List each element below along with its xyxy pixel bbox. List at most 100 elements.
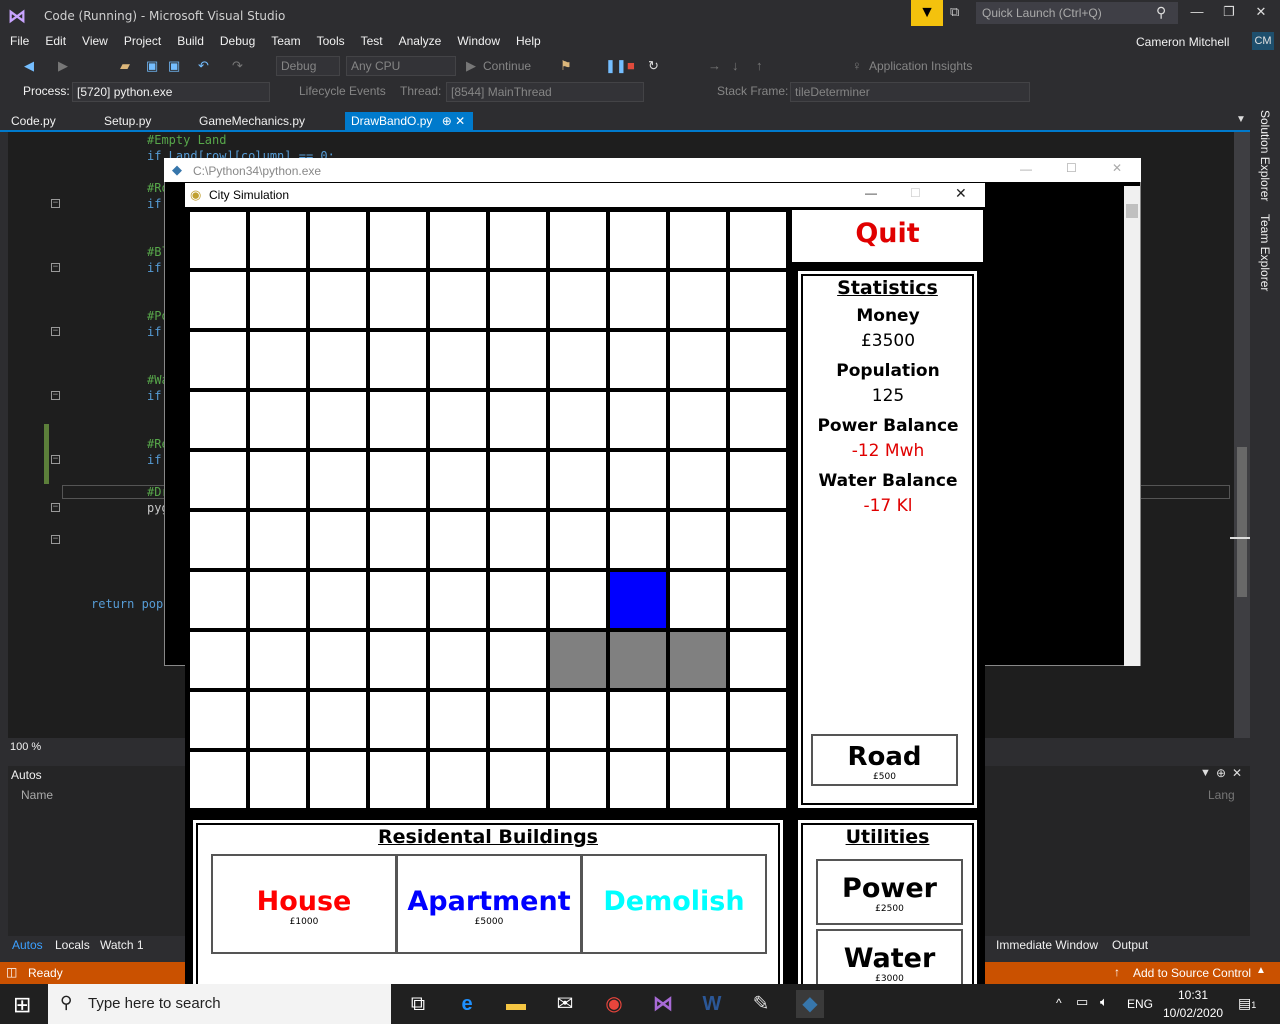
menu-file[interactable]: File xyxy=(0,32,37,50)
grid-cell[interactable] xyxy=(310,332,366,388)
language-indicator[interactable]: ENG xyxy=(1127,997,1153,1011)
feedback-icon[interactable]: ⧉ xyxy=(950,4,970,24)
grid-cell[interactable] xyxy=(310,212,366,268)
process-select[interactable]: [5720] python.exe xyxy=(72,82,270,102)
grid-cell[interactable] xyxy=(550,752,606,808)
task-view-icon[interactable]: ⧉ xyxy=(404,990,432,1018)
grid-cell[interactable] xyxy=(610,272,666,328)
grid-cell[interactable] xyxy=(550,392,606,448)
word-icon[interactable]: W xyxy=(698,990,726,1018)
grid-cell[interactable] xyxy=(490,692,546,748)
fold-toggle-icon[interactable]: − xyxy=(51,263,60,272)
grid-cell[interactable] xyxy=(430,392,486,448)
grid-cell[interactable] xyxy=(730,752,786,808)
grid-cell[interactable] xyxy=(610,452,666,508)
stack-frame-select[interactable]: tileDeterminer xyxy=(790,82,1030,102)
minimize-button[interactable]: — xyxy=(1182,4,1212,24)
grid-cell[interactable] xyxy=(670,392,726,448)
menu-analyze[interactable]: Analyze xyxy=(391,32,450,50)
app-insights-button[interactable]: Application Insights xyxy=(869,57,972,75)
menu-debug[interactable]: Debug xyxy=(212,32,263,50)
zoom-select[interactable]: 100 % xyxy=(10,741,41,753)
menu-view[interactable]: View xyxy=(74,32,116,50)
grid-cell[interactable] xyxy=(670,572,726,628)
grid-cell[interactable] xyxy=(190,752,246,808)
grid-cell[interactable] xyxy=(490,392,546,448)
grid-cell[interactable] xyxy=(730,692,786,748)
grid-cell[interactable] xyxy=(190,632,246,688)
grid-cell[interactable] xyxy=(250,392,306,448)
autos-name-header[interactable]: Name xyxy=(21,788,53,802)
notification-icon[interactable]: ▤1 xyxy=(1238,995,1256,1012)
grid-cell[interactable] xyxy=(670,692,726,748)
close-button[interactable]: ✕ xyxy=(1246,4,1276,24)
grid-cell[interactable] xyxy=(730,452,786,508)
grid-cell[interactable] xyxy=(670,452,726,508)
power-button[interactable]: Power £2500 xyxy=(816,859,963,925)
pause-icon[interactable]: ❚❚ xyxy=(605,57,627,75)
tab-output[interactable]: Output xyxy=(1112,938,1148,952)
console-close-button[interactable]: ✕ xyxy=(1112,161,1122,175)
grid-cell[interactable] xyxy=(370,272,426,328)
grid-cell[interactable] xyxy=(190,512,246,568)
step-over-icon[interactable]: ↓ xyxy=(732,57,739,75)
console-maximize-button[interactable]: ☐ xyxy=(1066,161,1077,175)
fold-toggle-icon[interactable]: − xyxy=(51,199,60,208)
grid-cell[interactable] xyxy=(310,572,366,628)
grid-cell[interactable] xyxy=(550,212,606,268)
grid-cell[interactable] xyxy=(430,272,486,328)
game-minimize-button[interactable]: — xyxy=(865,186,877,200)
grid-cell[interactable] xyxy=(670,512,726,568)
tab-code-py[interactable]: Code.py xyxy=(5,112,62,132)
lifecycle-events-button[interactable]: Lifecycle Events xyxy=(299,84,386,98)
grid-cell[interactable] xyxy=(370,692,426,748)
pin-icon[interactable]: ⊕ xyxy=(1216,766,1226,780)
grid-cell[interactable] xyxy=(610,332,666,388)
tab-immediate-window[interactable]: Immediate Window xyxy=(996,938,1098,952)
restart-icon[interactable]: ↻ xyxy=(648,57,659,75)
stop-icon[interactable]: ■ xyxy=(627,57,635,75)
grid-cell[interactable] xyxy=(370,212,426,268)
grid-cell[interactable] xyxy=(610,392,666,448)
thread-select[interactable]: [8544] MainThread xyxy=(446,82,644,102)
grid-cell-road[interactable] xyxy=(610,632,666,688)
grid-cell[interactable] xyxy=(190,212,246,268)
game-close-button[interactable]: ✕ xyxy=(955,185,967,202)
menu-build[interactable]: Build xyxy=(169,32,212,50)
grid-cell[interactable] xyxy=(550,452,606,508)
tab-drawbando-py[interactable]: DrawBandO.py ⊕ ✕ xyxy=(345,112,473,132)
grid-cell[interactable] xyxy=(250,332,306,388)
grid-cell[interactable] xyxy=(310,632,366,688)
grid-cell[interactable] xyxy=(310,452,366,508)
fold-toggle-icon[interactable]: − xyxy=(51,503,60,512)
grid-cell[interactable] xyxy=(610,212,666,268)
attach-icon[interactable]: ⚑ xyxy=(560,57,572,75)
demolish-button[interactable]: Demolish xyxy=(581,854,767,954)
taskbar-search-input[interactable]: ⚲ Type here to search xyxy=(48,984,391,1024)
open-folder-icon[interactable]: ▰ xyxy=(120,57,130,75)
house-button[interactable]: House £1000 xyxy=(211,854,397,954)
tab-setup-py[interactable]: Setup.py xyxy=(98,112,157,132)
grid-cell[interactable] xyxy=(190,452,246,508)
mail-icon[interactable]: ✉ xyxy=(551,990,579,1018)
step-out-icon[interactable]: ↑ xyxy=(756,57,763,75)
pin-icon[interactable]: ⊕ xyxy=(442,114,452,128)
edge-icon[interactable]: e xyxy=(453,990,481,1018)
platform-select[interactable]: Any CPU xyxy=(346,56,456,76)
menu-tools[interactable]: Tools xyxy=(309,32,353,50)
step-into-icon[interactable]: → xyxy=(708,57,721,75)
windows-start-icon[interactable]: ⊞ xyxy=(13,992,31,1018)
chevron-up-icon[interactable]: ^ xyxy=(1056,996,1062,1010)
file-explorer-icon[interactable]: ▬ xyxy=(502,990,530,1018)
grid-cell[interactable] xyxy=(430,752,486,808)
grid-cell[interactable] xyxy=(550,512,606,568)
close-panel-icon[interactable]: ✕ xyxy=(1232,766,1242,780)
volume-icon[interactable]: 🔈︎ xyxy=(1100,994,1108,1010)
tab-locals[interactable]: Locals xyxy=(55,938,90,952)
paint-icon[interactable]: ✎ xyxy=(747,990,775,1018)
grid-cell[interactable] xyxy=(430,692,486,748)
add-to-source-control-button[interactable]: Add to Source Control xyxy=(1133,966,1251,980)
road-button[interactable]: Road £500 xyxy=(811,734,958,786)
grid-cell[interactable] xyxy=(610,692,666,748)
tab-gamemechanics-py[interactable]: GameMechanics.py xyxy=(193,112,311,132)
